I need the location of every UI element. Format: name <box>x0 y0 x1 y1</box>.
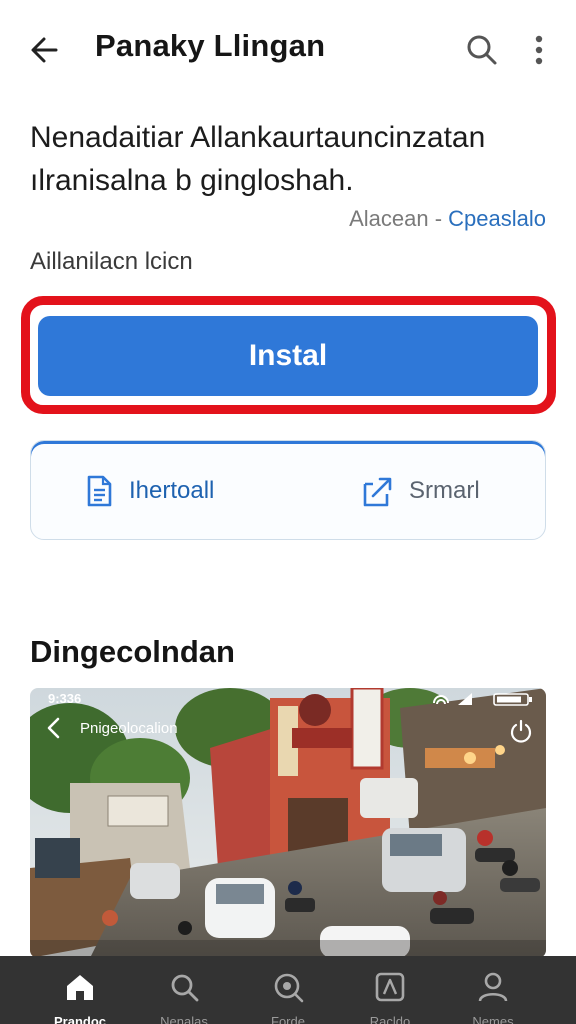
action-item[interactable]: Ihertoall <box>83 471 214 511</box>
app-bar: Panaky Llingan <box>0 0 576 100</box>
status-icons <box>433 693 532 706</box>
action-card: Ihertoall Srmarl <box>30 440 546 540</box>
nav-label: Racldo <box>369 1014 411 1024</box>
developer-link[interactable]: Cpeaslalo <box>448 206 546 231</box>
nav-item-apps[interactable]: Racldo <box>340 956 440 1024</box>
bottom-navigation: Prandoc Nenalas Forde Racldo Nemes <box>0 956 576 1024</box>
meta-prefix: Alacean - <box>349 206 443 231</box>
app-description: Nenadaitiar Allankaurtauncinzatan ılrani… <box>30 116 550 202</box>
chevron-left-icon <box>47 717 60 739</box>
app-subtitle: Aillanilacn lcicn <box>30 248 193 275</box>
search-icon <box>171 974 199 1002</box>
page-title: Panaky Llingan <box>95 28 326 63</box>
nav-label: Nemes <box>472 1014 514 1024</box>
action-label: Ihertoall <box>129 477 215 504</box>
nav-item-home[interactable]: Prandoc <box>30 956 130 1024</box>
nav-item-discover[interactable]: Forde <box>238 956 338 1024</box>
apps-icon <box>375 972 405 1002</box>
power-icon <box>510 719 532 743</box>
nav-label: Forde <box>271 1014 305 1024</box>
nav-label: Nenalas <box>160 1014 208 1024</box>
arrow-left-icon[interactable] <box>26 30 66 70</box>
discover-icon <box>274 973 304 1003</box>
screenshot-title: Pnigeolocalion <box>80 720 178 737</box>
developer-meta: Alacean - Cpeaslalo <box>349 206 546 232</box>
screenshot-status-time: 9:336 <box>48 691 82 706</box>
search-icon[interactable] <box>462 30 502 70</box>
description-line: ılranisalna b gingloshah. <box>30 164 354 197</box>
screenshot-preview[interactable]: 9:336 Pnigeolocalion <box>30 688 546 958</box>
section-title: Dingecolndan <box>30 634 235 669</box>
share-icon <box>363 477 392 507</box>
nav-label: Prandoc <box>53 1014 106 1024</box>
description-line: Nenadaitiar Allankaurtauncinzatan <box>30 121 486 154</box>
nav-item-profile[interactable]: Nemes <box>443 956 543 1024</box>
nav-item-search[interactable]: Nenalas <box>134 956 234 1024</box>
install-button[interactable]: Instal <box>38 316 538 396</box>
document-icon <box>87 475 112 507</box>
more-vertical-icon[interactable] <box>526 30 552 70</box>
profile-icon <box>478 972 508 1002</box>
home-icon <box>67 975 93 1000</box>
action-label: Srmarl <box>409 477 480 504</box>
action-item[interactable]: Srmarl <box>361 471 480 511</box>
